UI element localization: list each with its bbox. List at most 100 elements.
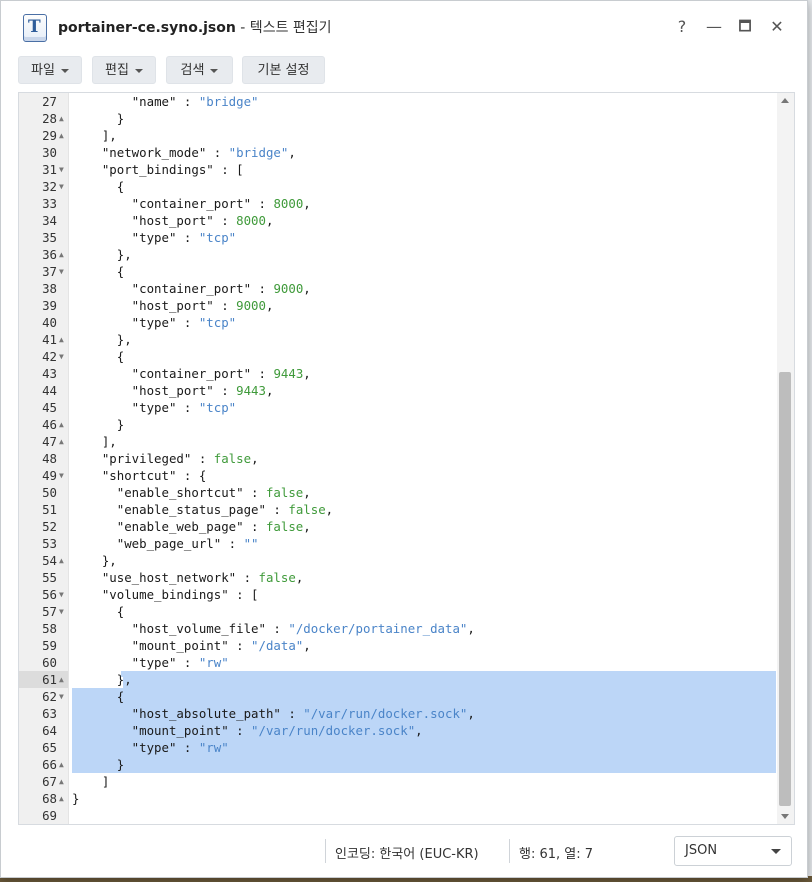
code-token: "type" <box>72 230 177 245</box>
code-line[interactable]: 32 ▼ { <box>19 178 776 195</box>
code-line[interactable]: 57 ▼ { <box>19 603 776 620</box>
fold-collapse-icon[interactable]: ▼ <box>59 263 68 280</box>
code-line[interactable]: 48 "privileged" : false, <box>19 450 776 467</box>
code-line[interactable]: 40 "type" : "tcp" <box>19 314 776 331</box>
code-text: { <box>72 348 776 365</box>
edit-menu-label: 편집 <box>105 63 129 78</box>
fold-expand-icon[interactable]: ▲ <box>59 756 68 773</box>
scroll-up-arrow-icon[interactable] <box>781 98 789 103</box>
code-text: "host_port" : 9443, <box>72 382 776 399</box>
code-line[interactable]: 49 ▼ "shortcut" : { <box>19 467 776 484</box>
code-line[interactable]: 43 "container_port" : 9443, <box>19 365 776 382</box>
code-line[interactable]: 39 "host_port" : 9000, <box>19 297 776 314</box>
fold-expand-icon[interactable]: ▲ <box>59 416 68 433</box>
code-line[interactable]: 68 ▲} <box>19 790 776 807</box>
fold-collapse-icon[interactable]: ▼ <box>59 348 68 365</box>
code-token: , <box>265 298 274 313</box>
vertical-scrollbar[interactable] <box>777 93 794 824</box>
edit-menu-button[interactable]: 편집 <box>92 56 156 84</box>
fold-collapse-icon[interactable]: ▼ <box>59 467 68 484</box>
code-line[interactable]: 55 "use_host_network" : false, <box>19 569 776 586</box>
code-line[interactable]: 42 ▼ { <box>19 348 776 365</box>
code-token: "/data" <box>251 638 304 653</box>
minimize-button[interactable]: — <box>703 16 725 38</box>
code-line[interactable]: 47 ▲ ], <box>19 433 776 450</box>
code-line[interactable]: 67 ▲ ] <box>19 773 776 790</box>
code-line[interactable]: 61 ▲ }, <box>19 671 776 688</box>
language-select[interactable]: JSON <box>674 836 792 866</box>
code-editor[interactable]: 27 "name" : "bridge" 28 ▲ } 29 ▲ ], 30 "netwo… <box>18 92 795 825</box>
code-line[interactable]: 53 "web_page_url" : "" <box>19 535 776 552</box>
code-line[interactable]: 63 "host_absolute_path" : "/var/run/dock… <box>19 705 776 722</box>
fold-collapse-icon[interactable]: ▼ <box>59 161 68 178</box>
title-bar[interactable]: T portainer-ce.syno.json - 텍스트 편집기 ? — 🗖… <box>1 1 807 53</box>
code-text: { <box>72 688 776 705</box>
maximize-button[interactable]: 🗖 <box>734 16 756 38</box>
code-line[interactable]: 35 "type" : "tcp" <box>19 229 776 246</box>
code-line[interactable]: 65 "type" : "rw" <box>19 739 776 756</box>
code-line[interactable]: 37 ▼ { <box>19 263 776 280</box>
code-line[interactable]: 34 "host_port" : 8000, <box>19 212 776 229</box>
code-line[interactable]: 59 "mount_point" : "/data", <box>19 637 776 654</box>
code-line[interactable]: 58 "host_volume_file" : "/docker/portain… <box>19 620 776 637</box>
code-line[interactable]: 52 "enable_web_page" : false, <box>19 518 776 535</box>
fold-collapse-icon[interactable]: ▼ <box>59 603 68 620</box>
help-button[interactable]: ? <box>671 16 693 38</box>
line-number: 56 <box>42 587 57 602</box>
fold-collapse-icon[interactable]: ▼ <box>59 688 68 705</box>
code-line[interactable]: 38 "container_port" : 9000, <box>19 280 776 297</box>
search-menu-button[interactable]: 검색 <box>166 56 233 84</box>
fold-expand-icon[interactable]: ▲ <box>59 127 68 144</box>
code-line[interactable]: 51 "enable_status_page" : false, <box>19 501 776 518</box>
code-line[interactable]: 44 "host_port" : 9443, <box>19 382 776 399</box>
code-line[interactable]: 28 ▲ } <box>19 110 776 127</box>
fold-expand-icon[interactable]: ▲ <box>59 246 68 263</box>
encoding-status[interactable]: 인코딩: 한국어 (EUC-KR) <box>335 843 479 862</box>
fold-expand-icon[interactable]: ▲ <box>59 433 68 450</box>
fold-expand-icon[interactable]: ▲ <box>59 773 68 790</box>
code-text: "container_port" : 8000, <box>72 195 776 212</box>
settings-button[interactable]: 기본 설정 <box>242 56 325 84</box>
code-line[interactable]: 56 ▼ "volume_bindings" : [ <box>19 586 776 603</box>
code-line[interactable]: 27 "name" : "bridge" <box>19 93 776 110</box>
code-line[interactable]: 46 ▲ } <box>19 416 776 433</box>
code-token: , <box>303 196 311 211</box>
code-text: ], <box>72 433 776 450</box>
fold-expand-icon[interactable]: ▲ <box>59 671 68 688</box>
code-line[interactable]: 36 ▲ }, <box>19 246 776 263</box>
line-number: 44 <box>42 383 57 398</box>
scrollbar-thumb[interactable] <box>779 372 791 806</box>
code-token: "container_port" <box>72 196 252 211</box>
code-token: }, <box>72 672 132 687</box>
code-line[interactable]: 45 "type" : "tcp" <box>19 399 776 416</box>
code-token: "enable_shortcut" <box>72 485 244 500</box>
code-line[interactable]: 41 ▲ }, <box>19 331 776 348</box>
close-button[interactable]: ✕ <box>766 16 788 38</box>
code-token: { <box>72 689 125 704</box>
code-token: : <box>265 621 289 636</box>
code-text: "host_absolute_path" : "/var/run/docker.… <box>72 705 776 722</box>
code-line[interactable]: 54 ▲ }, <box>19 552 776 569</box>
code-line[interactable]: 69 <box>19 807 776 824</box>
code-line[interactable]: 60 "type" : "rw" <box>19 654 776 671</box>
scroll-down-arrow-icon[interactable] <box>781 814 789 819</box>
code-line[interactable]: 29 ▲ ], <box>19 127 776 144</box>
code-line[interactable]: 30 "network_mode" : "bridge", <box>19 144 776 161</box>
code-line[interactable]: 64 "mount_point" : "/var/run/docker.sock… <box>19 722 776 739</box>
code-line[interactable]: 33 "container_port" : 8000, <box>19 195 776 212</box>
code-text: }, <box>72 246 776 263</box>
code-token: : [ <box>228 587 259 602</box>
fold-expand-icon[interactable]: ▲ <box>59 110 68 127</box>
fold-expand-icon[interactable]: ▲ <box>59 790 68 807</box>
fold-expand-icon[interactable]: ▲ <box>59 331 68 348</box>
file-menu-button[interactable]: 파일 <box>18 56 82 84</box>
fold-expand-icon[interactable]: ▲ <box>59 552 68 569</box>
code-line[interactable]: 66 ▲ } <box>19 756 776 773</box>
code-text: "volume_bindings" : [ <box>72 586 776 603</box>
code-line[interactable]: 31 ▼ "port_bindings" : [ <box>19 161 776 178</box>
code-token: , <box>303 638 311 653</box>
code-line[interactable]: 62 ▼ { <box>19 688 776 705</box>
fold-collapse-icon[interactable]: ▼ <box>59 586 68 603</box>
fold-collapse-icon[interactable]: ▼ <box>59 178 68 195</box>
code-line[interactable]: 50 "enable_shortcut" : false, <box>19 484 776 501</box>
